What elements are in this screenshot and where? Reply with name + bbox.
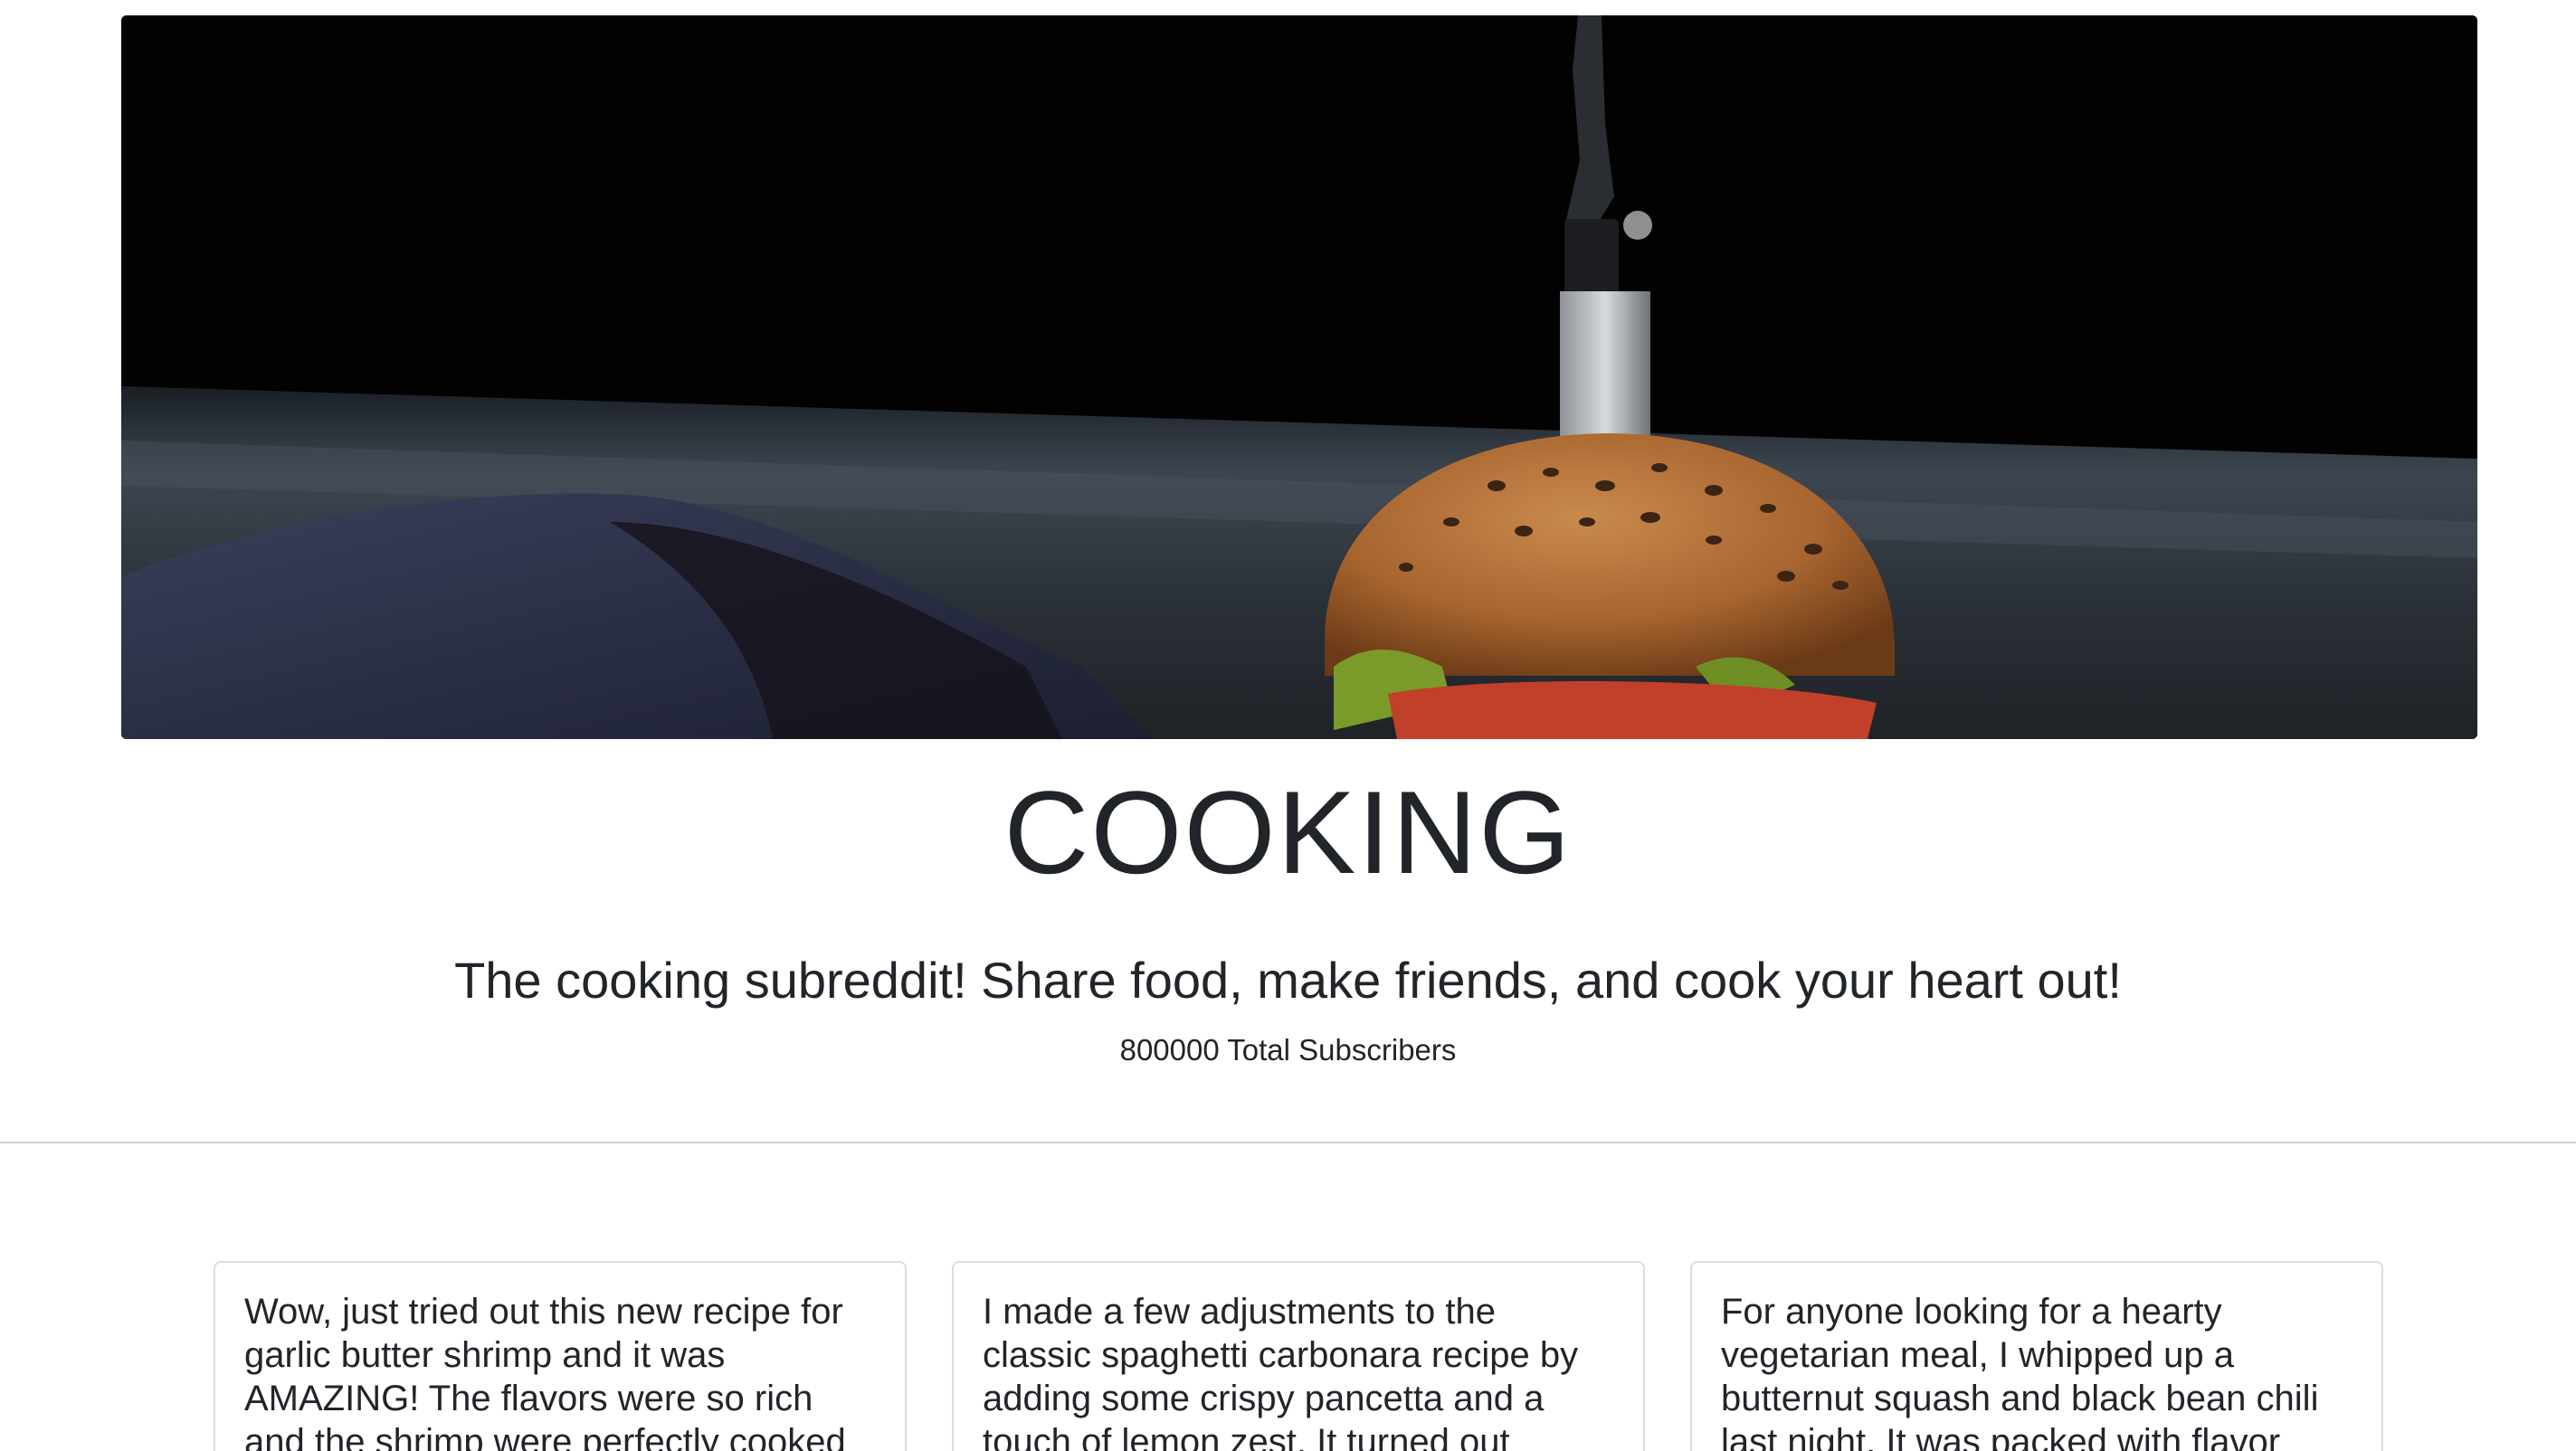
subreddit-title: COOKING [1003,766,1573,898]
post-card[interactable]: For anyone looking for a hearty vegetari… [1690,1261,2383,1451]
post-text: Wow, just tried out this new recipe for … [244,1292,846,1451]
post-card[interactable]: I made a few adjustments to the classic … [952,1261,1645,1451]
subreddit-page: COOKING The cooking subreddit! Share foo… [0,0,2576,1451]
subscriber-count: 800000 Total Subscribers [1119,1033,1457,1067]
post-card[interactable]: Wow, just tried out this new recipe for … [214,1261,907,1451]
banner-image [121,15,2477,739]
post-list: Wow, just tried out this new recipe for … [214,1261,2385,1451]
post-text: For anyone looking for a hearty vegetari… [1721,1292,2319,1451]
post-text: I made a few adjustments to the classic … [983,1292,1579,1451]
divider [0,1142,2576,1143]
subreddit-description: The cooking subreddit! Share food, make … [454,952,2122,1009]
